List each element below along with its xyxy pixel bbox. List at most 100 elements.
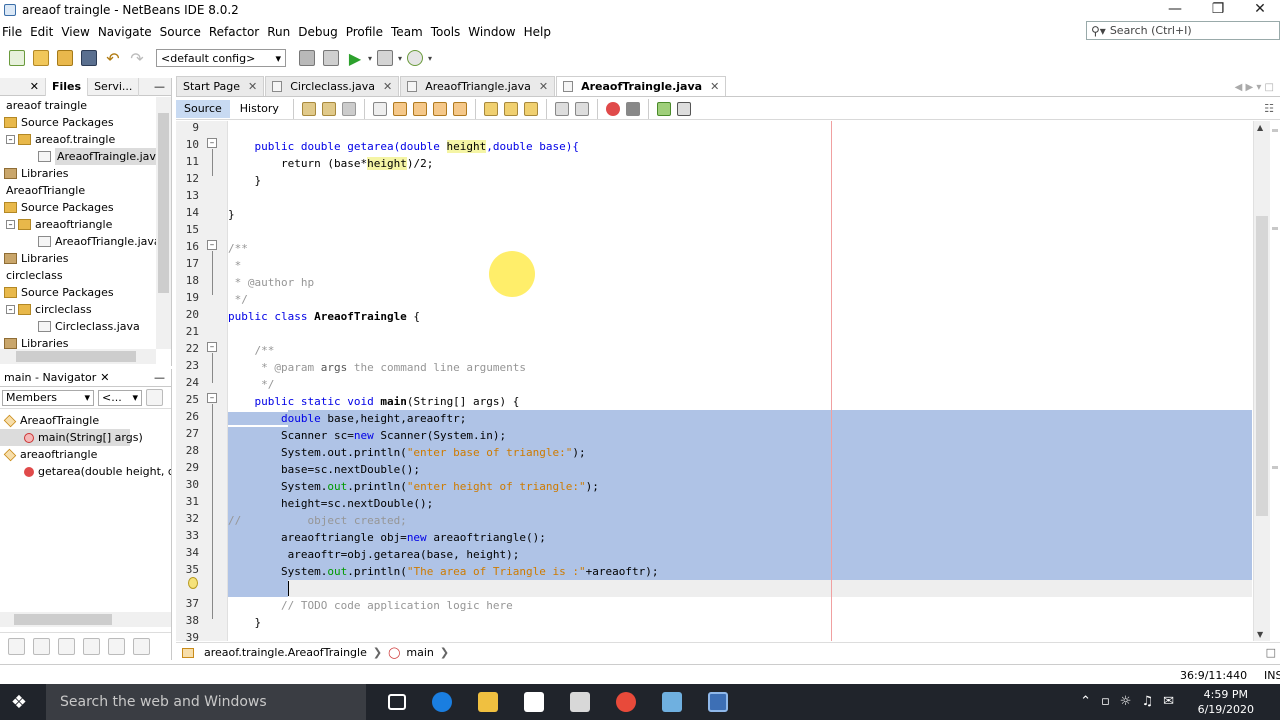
- system-clock[interactable]: 4:59 PM 6/19/2020: [1198, 687, 1254, 717]
- profile-dropdown-icon[interactable]: ▾: [428, 54, 432, 63]
- tree-item[interactable]: Libraries: [0, 250, 156, 267]
- close-tab-icon[interactable]: ✕: [248, 78, 257, 96]
- tab-files[interactable]: Files: [46, 77, 89, 96]
- tree-item[interactable]: Source Packages: [0, 284, 156, 301]
- filter-inherited-button[interactable]: [8, 638, 25, 655]
- menu-file[interactable]: File: [0, 25, 26, 39]
- fold-toggle-icon[interactable]: –: [207, 138, 217, 148]
- find-next-icon[interactable]: [412, 101, 427, 116]
- close-tab-icon[interactable]: ✕: [539, 78, 548, 96]
- scroll-up-icon[interactable]: ▲: [1257, 123, 1263, 132]
- store-icon[interactable]: [524, 692, 544, 712]
- tree-item[interactable]: Source Packages: [0, 199, 156, 216]
- minimize-panel-icon[interactable]: —: [154, 80, 171, 93]
- debug-button[interactable]: [374, 47, 396, 69]
- sort-button[interactable]: [133, 638, 150, 655]
- new-project-button[interactable]: [30, 47, 52, 69]
- fold-toggle-icon[interactable]: –: [207, 240, 217, 250]
- tree-item[interactable]: – circleclass: [0, 301, 156, 318]
- tab-areaoftraingle[interactable]: AreaofTraingle.java ✕: [556, 76, 727, 96]
- menu-run[interactable]: Run: [263, 25, 294, 39]
- tree-item[interactable]: AreaofTriangle: [0, 182, 156, 199]
- filter-inner-button[interactable]: [108, 638, 125, 655]
- menu-view[interactable]: View: [57, 25, 93, 39]
- close-window-button[interactable]: ✕: [1238, 0, 1280, 20]
- shift-left-icon[interactable]: [554, 101, 569, 116]
- menu-source[interactable]: Source: [156, 25, 205, 39]
- hint-lightbulb-icon[interactable]: [188, 577, 198, 589]
- source-view-tab[interactable]: Source: [176, 99, 230, 118]
- system-tray-icons[interactable]: ⌃▫☼♫✉: [1080, 694, 1184, 709]
- run-button[interactable]: ▶: [344, 47, 366, 69]
- menu-refactor[interactable]: Refactor: [205, 25, 263, 39]
- collapse-toggle-icon[interactable]: –: [6, 135, 15, 144]
- find-icon[interactable]: [372, 101, 387, 116]
- menu-profile[interactable]: Profile: [342, 25, 387, 39]
- scrollbar-thumb[interactable]: [16, 351, 136, 362]
- back-icon[interactable]: [321, 101, 336, 116]
- tree-item[interactable]: AreaofTraingle.java: [0, 148, 156, 165]
- breadcrumb-method[interactable]: main: [406, 646, 433, 659]
- navigator-horizontal-scrollbar[interactable]: [0, 612, 171, 627]
- tab-circleclass[interactable]: Circleclass.java ✕: [265, 76, 400, 96]
- split-editor-icon[interactable]: ☷: [1264, 102, 1280, 115]
- shift-right-icon[interactable]: [574, 101, 589, 116]
- restore-button[interactable]: ❐: [1196, 0, 1240, 20]
- scroll-down-icon[interactable]: ▼: [1257, 630, 1263, 639]
- find-previous-icon[interactable]: [392, 101, 407, 116]
- breadcrumb-class[interactable]: areaof.traingle.AreaofTraingle: [204, 646, 367, 659]
- netbeans-taskbar-icon[interactable]: [708, 692, 728, 712]
- filter-static-button[interactable]: [58, 638, 75, 655]
- undo-button[interactable]: ↶: [102, 47, 124, 69]
- collapse-toggle-icon[interactable]: –: [6, 305, 15, 314]
- members-select[interactable]: Members ▾: [2, 389, 94, 406]
- navigator-item[interactable]: main(String[] args): [0, 429, 143, 446]
- search-input[interactable]: ⚲▾ Search (Ctrl+I): [1086, 21, 1280, 40]
- tree-item[interactable]: Source Packages: [0, 114, 156, 131]
- open-project-button[interactable]: [54, 47, 76, 69]
- settings-app-icon[interactable]: [570, 692, 590, 712]
- history-view-tab[interactable]: History: [232, 100, 287, 118]
- navigator-item[interactable]: areaoftriangle: [0, 446, 171, 463]
- file-explorer-icon[interactable]: [478, 692, 498, 712]
- new-file-button[interactable]: [6, 47, 28, 69]
- save-all-button[interactable]: [78, 47, 100, 69]
- chrome-icon[interactable]: [616, 692, 636, 712]
- filter-nonpublic-button[interactable]: [83, 638, 100, 655]
- tree-item[interactable]: Libraries: [0, 165, 156, 182]
- tree-item[interactable]: AreaofTriangle.java: [0, 233, 156, 250]
- run-dropdown-icon[interactable]: ▾: [368, 54, 372, 63]
- scrollbar-thumb[interactable]: [1256, 216, 1268, 516]
- scrollbar-thumb[interactable]: [14, 614, 112, 625]
- projects-horizontal-scrollbar[interactable]: [0, 349, 156, 364]
- config-select[interactable]: <default config> ▾: [156, 49, 286, 67]
- redo-button[interactable]: ↷: [126, 47, 148, 69]
- breadcrumb-close-icon[interactable]: □: [1266, 646, 1280, 659]
- menu-window[interactable]: Window: [464, 25, 519, 39]
- profile-button[interactable]: [404, 47, 426, 69]
- comment-icon[interactable]: [656, 101, 671, 116]
- tree-item[interactable]: circleclass: [0, 267, 156, 284]
- tree-item[interactable]: areaof traingle: [0, 97, 156, 114]
- projects-tab-close[interactable]: ✕: [0, 77, 46, 96]
- menu-edit[interactable]: Edit: [26, 25, 57, 39]
- edge-icon[interactable]: [432, 692, 452, 712]
- debug-dropdown-icon[interactable]: ▾: [398, 54, 402, 63]
- navigator-options-button[interactable]: [146, 389, 163, 406]
- last-edit-icon[interactable]: [301, 101, 316, 116]
- close-tab-icon[interactable]: ✕: [383, 78, 392, 96]
- menu-team[interactable]: Team: [387, 25, 427, 39]
- tree-item[interactable]: – areaof.traingle: [0, 131, 156, 148]
- filter-fields-button[interactable]: [33, 638, 50, 655]
- task-view-icon[interactable]: [388, 694, 406, 710]
- scrollbar-thumb[interactable]: [158, 113, 169, 293]
- scope-select[interactable]: <... ▾: [98, 389, 142, 406]
- start-macro-icon[interactable]: [605, 101, 620, 116]
- tree-item[interactable]: Circleclass.java: [0, 318, 156, 335]
- clean-build-button[interactable]: [320, 47, 342, 69]
- tab-services[interactable]: Servi...: [88, 77, 140, 96]
- forward-icon[interactable]: [341, 101, 356, 116]
- uncomment-icon[interactable]: [676, 101, 691, 116]
- toggle-highlight-icon[interactable]: [432, 101, 447, 116]
- tree-item[interactable]: Libraries: [0, 335, 156, 349]
